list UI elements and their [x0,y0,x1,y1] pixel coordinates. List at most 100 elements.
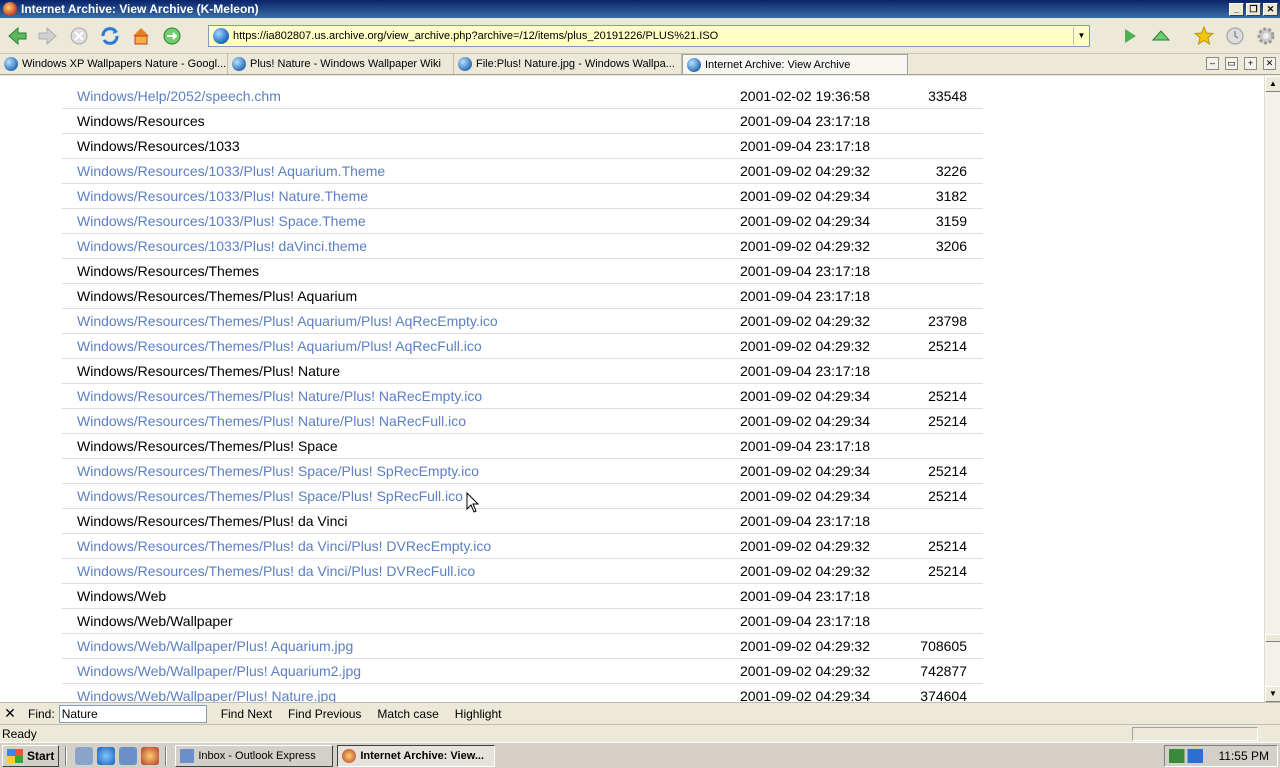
file-link[interactable]: Windows/Web/Wallpaper/Plus! Aquarium.jpg [77,638,353,654]
reload-button[interactable] [96,22,124,50]
status-text: Ready [2,726,37,741]
play-button[interactable] [1116,22,1144,50]
go-button[interactable] [158,22,186,50]
internet-explorer-icon[interactable] [97,746,116,765]
tab-plus-nature-file[interactable]: File:Plus! Nature.jpg - Windows Wallpa..… [454,54,682,74]
taskbar: Start Inbox - Outlook Express Internet A… [0,742,1280,768]
file-link[interactable]: Windows/Web/Wallpaper/Plus! Nature.jpg [77,688,336,702]
k-meleon-launch-icon[interactable] [141,746,160,765]
close-find-icon[interactable]: ✕ [2,705,18,722]
close-tab-icon[interactable]: ✕ [1263,57,1276,70]
vertical-scrollbar[interactable]: ▲ ▼ [1264,76,1280,702]
file-date: 2001-09-04 23:17:18 [740,613,870,629]
table-row: Windows/Web/Wallpaper/Plus! Nature.jpg 20… [62,684,983,702]
home-button[interactable] [127,22,155,50]
tab-plus-nature-wiki[interactable]: Plus! Nature - Windows Wallpaper Wiki [228,54,454,74]
close-window-button[interactable]: ✕ [1263,2,1278,16]
table-row: Windows/Web/Wallpaper/Plus! Aquarium.jpg… [62,634,983,659]
file-size: 3159 [935,213,967,229]
file-link[interactable]: Windows/Resources/Themes/Plus! Space/Plu… [77,488,463,504]
tray-icons[interactable] [1169,749,1203,763]
tab-wallpapers-google[interactable]: Windows XP Wallpapers Nature - Googl... [0,54,228,74]
tab-restore-icon[interactable]: ▭ [1225,57,1238,70]
settings-button[interactable] [1252,22,1280,50]
file-link[interactable]: Windows/Resources/Themes/Plus! Aquarium/… [77,338,482,354]
task-internet-archive[interactable]: Internet Archive: View... [337,744,496,767]
file-date: 2001-09-02 04:29:34 [740,213,870,229]
tab-minimize-icon[interactable]: – [1206,57,1219,70]
restore-button[interactable]: ❐ [1246,2,1261,16]
file-size: 742877 [920,663,967,679]
tab-label: File:Plus! Nature.jpg - Windows Wallpa..… [476,58,675,70]
k-meleon-icon [3,2,17,16]
page-content: Windows/Help/2052/speech.chm 2001-02-02 1… [0,76,1264,702]
forward-button[interactable] [34,22,62,50]
back-button[interactable] [3,22,31,50]
scroll-down-arrow-icon[interactable]: ▼ [1265,686,1280,702]
up-button[interactable] [1147,22,1175,50]
file-date: 2001-09-04 23:17:18 [740,288,870,304]
scroll-thumb[interactable] [1265,634,1280,642]
table-row: Windows/Resources/1033/Plus! Space.Theme… [62,209,983,234]
file-link[interactable]: Windows/Resources/Themes/Plus! da Vinci/… [77,538,491,554]
show-desktop-icon[interactable] [75,746,94,765]
file-size: 3182 [935,188,967,204]
tab-bar: Windows XP Wallpapers Nature - Googl... … [0,54,1280,75]
address-bar[interactable]: https://ia802807.us.archive.org/view_arc… [208,25,1090,47]
globe-go-icon [163,27,181,44]
folder-name: Windows/Web/Wallpaper [77,613,233,629]
url-text[interactable]: https://ia802807.us.archive.org/view_arc… [233,30,1073,42]
find-next-button[interactable]: Find Next [219,707,274,721]
file-link[interactable]: Windows/Resources/Themes/Plus! Nature/Pl… [77,388,482,404]
clock: 11:55 PM [1218,749,1269,763]
file-size: 3206 [935,238,967,254]
window-title: Internet Archive: View Archive (K-Meleon… [21,2,259,16]
file-date: 2001-09-04 23:17:18 [740,113,870,129]
file-date: 2001-02-02 19:36:58 [740,88,870,104]
file-link[interactable]: Windows/Resources/Themes/Plus! da Vinci/… [77,563,475,579]
task-outlook-express[interactable]: Inbox - Outlook Express [175,744,334,767]
table-row: Windows/Web/Wallpaper/Plus! Aquarium2.jp… [62,659,983,684]
file-link[interactable]: Windows/Resources/Themes/Plus! Nature/Pl… [77,413,466,429]
start-button[interactable]: Start [2,744,60,767]
table-row: Windows/Resources/Themes/Plus! Nature/Pl… [62,409,983,434]
find-label: Find: [28,706,55,721]
tab-globe-icon [687,57,701,72]
folder-name: Windows/Resources/1033 [77,138,240,154]
file-link[interactable]: Windows/Resources/Themes/Plus! Space/Plu… [77,463,479,479]
file-link[interactable]: Windows/Help/2052/speech.chm [77,88,281,104]
back-arrow-icon [8,26,27,45]
history-button[interactable] [1221,22,1249,50]
file-link[interactable]: Windows/Web/Wallpaper/Plus! Aquarium2.jp… [77,663,361,679]
highlight-toggle[interactable]: Highlight [453,707,504,721]
table-row: Windows/Resources/Themes/Plus! Space/Plu… [62,484,983,509]
file-link[interactable]: Windows/Resources/1033/Plus! Space.Theme [77,213,366,229]
table-row: Windows/Resources/1033 2001-09-04 23:17:1… [62,134,983,159]
play-icon [1125,29,1136,43]
file-link[interactable]: Windows/Resources/1033/Plus! Nature.Them… [77,188,368,204]
outlook-icon [180,748,195,763]
minimize-button[interactable]: _ [1229,2,1244,16]
file-size: 25214 [928,388,967,404]
table-row: Windows/Resources/Themes 2001-09-04 23:17… [62,259,983,284]
title-bar: Internet Archive: View Archive (K-Meleon… [0,0,1280,18]
tab-globe-icon [232,57,246,71]
file-link[interactable]: Windows/Resources/1033/Plus! Aquarium.Th… [77,163,385,179]
find-input[interactable] [58,704,207,723]
scroll-up-arrow-icon[interactable]: ▲ [1265,76,1280,92]
file-link[interactable]: Windows/Resources/1033/Plus! daVinci.the… [77,238,367,254]
table-row: Windows/Resources/Themes/Plus! da Vinci/… [62,559,983,584]
folder-name: Windows/Resources [77,113,205,129]
match-case-toggle[interactable]: Match case [375,707,440,721]
bookmarks-button[interactable] [1190,22,1218,50]
address-dropdown-button[interactable]: ▼ [1073,27,1089,45]
file-link[interactable]: Windows/Resources/Themes/Plus! Aquarium/… [77,313,498,329]
file-date: 2001-09-02 04:29:32 [740,163,870,179]
new-tab-icon[interactable]: + [1244,57,1257,70]
tab-internet-archive[interactable]: Internet Archive: View Archive [682,54,908,74]
stop-button[interactable] [65,22,93,50]
outlook-express-icon[interactable] [119,746,138,765]
find-previous-button[interactable]: Find Previous [286,707,363,721]
table-row: Windows/Resources/1033/Plus! Aquarium.Th… [62,159,983,184]
table-row: Windows/Resources/Themes/Plus! Aquarium/… [62,334,983,359]
